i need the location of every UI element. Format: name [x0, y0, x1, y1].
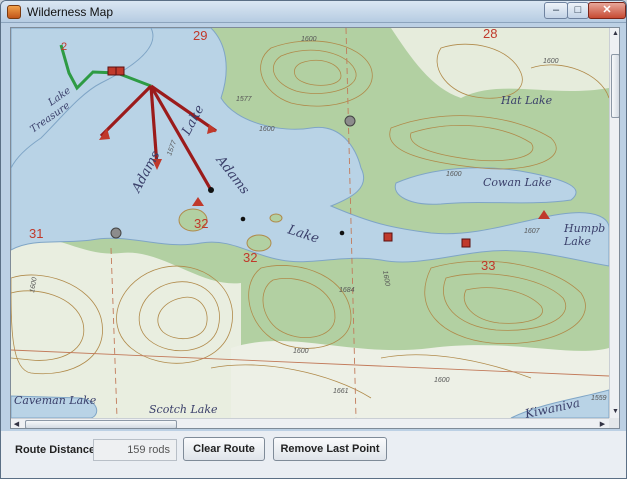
maximize-button[interactable]: □	[567, 2, 589, 19]
scroll-left-arrow-icon[interactable]: ◀	[11, 419, 22, 428]
section-number-32b: 32	[243, 250, 257, 265]
section-number-32a: 32	[194, 216, 208, 231]
route-distance-field: 159 rods	[93, 439, 177, 461]
portage-marker-2[interactable]	[110, 227, 122, 239]
title-bar[interactable]: Wilderness Map – □ ✕	[1, 1, 626, 23]
route-marker-square-1[interactable]	[107, 66, 117, 76]
window-title: Wilderness Map	[27, 5, 114, 19]
remove-last-point-button[interactable]: Remove Last Point	[273, 437, 387, 461]
label-hat-lake: Hat Lake	[500, 94, 553, 107]
scroll-down-arrow-icon[interactable]: ▼	[610, 406, 619, 417]
elevation-label: 1607	[524, 228, 541, 235]
elevation-label: 1600	[543, 58, 559, 65]
scroll-right-arrow-icon[interactable]: ▶	[597, 419, 608, 428]
elevation-label: 1600	[293, 348, 309, 355]
clear-route-button[interactable]: Clear Route	[183, 437, 265, 461]
label-humpback-lake-1: Humpb	[563, 222, 605, 235]
elevation-label: 1600	[259, 126, 275, 133]
route-endpoint	[208, 187, 214, 193]
campsite-marker-1[interactable]	[383, 232, 393, 242]
label-scotch-lake: Scotch Lake	[149, 403, 218, 416]
app-window: Wilderness Map – □ ✕ Treasure Lake Adams…	[0, 0, 627, 479]
island-2	[246, 234, 272, 252]
elevation-label: 1600	[434, 377, 450, 384]
topographic-map[interactable]: Treasure Lake Adams Lake Adams Lake Hat …	[11, 28, 609, 418]
label-caveman-lake: Caveman Lake	[14, 394, 97, 407]
section-number-33: 33	[481, 258, 495, 273]
horizontal-scroll-thumb[interactable]	[25, 420, 177, 428]
elevation-label: 1600	[446, 171, 462, 178]
label-humpback-lake-2: Lake	[563, 235, 592, 248]
elevation-label: 1661	[333, 388, 349, 395]
vertical-scrollbar[interactable]: ▲ ▼	[609, 28, 619, 418]
section-number-29: 29	[193, 28, 207, 43]
elevation-label: 1684	[339, 287, 355, 294]
portage-marker-1[interactable]	[344, 115, 356, 127]
label-cowan-lake: Cowan Lake	[483, 176, 552, 189]
close-button[interactable]: ✕	[588, 2, 626, 19]
section-number-2: 2	[61, 41, 67, 53]
elevation-label: 1559	[591, 395, 607, 402]
section-number-31: 31	[29, 226, 43, 241]
elevation-label: 1577	[236, 96, 253, 103]
control-bar: Route Distance: 159 rods Clear Route Rem…	[1, 431, 626, 478]
route-distance-label: Route Distance:	[15, 444, 99, 456]
elevation-label: 1600	[301, 36, 317, 43]
route-marker-square-2[interactable]	[115, 66, 125, 76]
app-icon	[7, 5, 21, 19]
island-3	[269, 213, 283, 223]
horizontal-scrollbar[interactable]: ◀ ▶	[11, 418, 609, 428]
minimize-button[interactable]: –	[544, 2, 568, 19]
waypoint-dot-2[interactable]	[339, 230, 345, 236]
waypoint-dot-1[interactable]	[240, 216, 246, 222]
scroll-corner	[609, 418, 619, 428]
scroll-up-arrow-icon[interactable]: ▲	[610, 28, 619, 39]
map-scroll-pane: Treasure Lake Adams Lake Adams Lake Hat …	[10, 27, 620, 429]
vertical-scroll-thumb[interactable]	[611, 54, 619, 118]
section-number-28: 28	[483, 28, 497, 41]
campsite-marker-2[interactable]	[461, 238, 471, 248]
